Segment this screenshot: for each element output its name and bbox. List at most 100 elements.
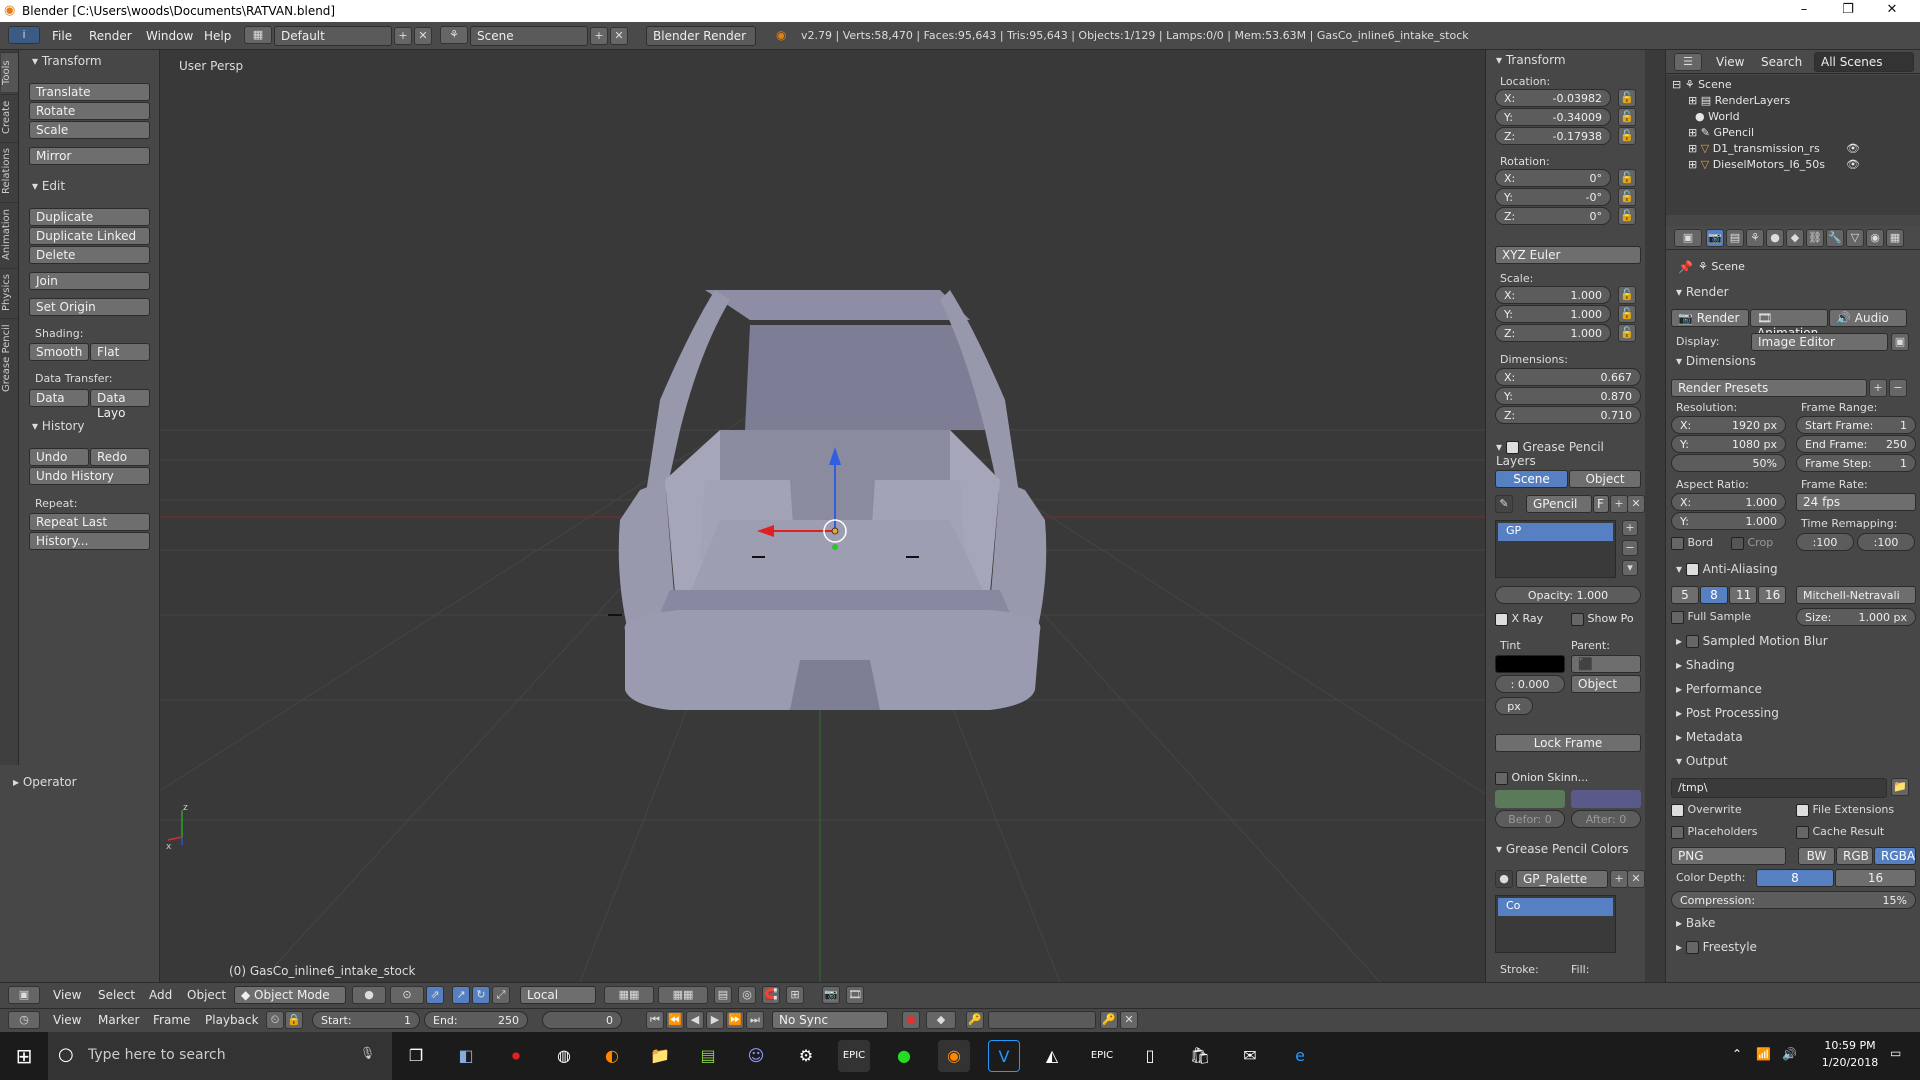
- epic-launcher-icon[interactable]: EPIC: [1086, 1040, 1118, 1072]
- preview-range-icon[interactable]: ⏲: [266, 1011, 284, 1029]
- unity-icon[interactable]: ◭: [1036, 1040, 1068, 1072]
- close-window-button[interactable]: ✕: [1870, 0, 1914, 22]
- dimensions-panel-header[interactable]: ▾ Dimensions: [1676, 354, 1756, 368]
- add-menu[interactable]: Add: [149, 988, 172, 1002]
- xray-toggle[interactable]: X Ray: [1495, 612, 1543, 626]
- aa-samples-8[interactable]: 8: [1700, 586, 1728, 604]
- scale-x-field[interactable]: X: 1.000: [1495, 286, 1611, 304]
- tab-grease-pencil[interactable]: Grease Pencil: [1, 318, 18, 398]
- shading-header[interactable]: ▸ Shading: [1676, 658, 1735, 672]
- visual-studio-icon[interactable]: V: [988, 1040, 1020, 1072]
- properties-editor-icon[interactable]: ▣: [1674, 229, 1702, 247]
- unlink-gpencil-icon[interactable]: ✕: [1627, 495, 1645, 513]
- taskbar-date[interactable]: 1/20/2018: [1818, 1056, 1882, 1069]
- auto-keying-icon[interactable]: ●: [902, 1011, 920, 1029]
- opacity-field[interactable]: Opacity: 1.000: [1495, 586, 1641, 604]
- material-context-icon[interactable]: ◉: [1866, 229, 1884, 247]
- resolution-y-field[interactable]: Y: 1080 px: [1671, 435, 1786, 453]
- action-center-icon[interactable]: ▭: [1890, 1046, 1901, 1060]
- mode-dropdown[interactable]: ◆ Object Mode: [234, 986, 346, 1004]
- onion-after-color[interactable]: [1571, 790, 1641, 808]
- set-origin-dropdown[interactable]: Set Origin: [29, 298, 150, 316]
- overwrite-toggle[interactable]: Overwrite: [1671, 803, 1742, 817]
- resolution-percentage-field[interactable]: 50%: [1671, 454, 1786, 472]
- timeline-start-field[interactable]: Start: 1: [312, 1011, 420, 1029]
- time-remap-old-field[interactable]: :100: [1796, 533, 1854, 551]
- file-extensions-toggle[interactable]: File Extensions: [1796, 803, 1894, 817]
- onion-before-color[interactable]: [1495, 790, 1565, 808]
- lock-scale-z-icon[interactable]: 🔓: [1618, 324, 1636, 342]
- location-z-field[interactable]: Z: -0.17938: [1495, 127, 1611, 145]
- lock-scale-y-icon[interactable]: 🔓: [1618, 305, 1636, 323]
- snap-element-icon[interactable]: ⊞: [786, 986, 804, 1004]
- screen-layout-field[interactable]: Default: [274, 26, 392, 46]
- render-panel-header[interactable]: ▾ Render: [1676, 285, 1729, 299]
- steam-icon[interactable]: ⚙: [790, 1040, 822, 1072]
- data-button[interactable]: Data: [29, 389, 89, 407]
- join-button[interactable]: Join: [29, 272, 150, 290]
- new-gpencil-icon[interactable]: +: [1610, 495, 1628, 513]
- translate-button[interactable]: Translate: [29, 83, 150, 101]
- redo-button[interactable]: Redo: [90, 448, 150, 466]
- lock-range-icon[interactable]: 🔒: [285, 1011, 303, 1029]
- remove-layer-icon[interactable]: −: [1622, 540, 1638, 556]
- operator-panel-header[interactable]: ▸ Operator: [13, 775, 77, 789]
- undo-button[interactable]: Undo: [29, 448, 89, 466]
- dimension-z-field[interactable]: Z: 0.710: [1495, 406, 1641, 424]
- tab-animation[interactable]: Animation: [1, 202, 18, 266]
- lock-location-x-icon[interactable]: 🔓: [1618, 89, 1636, 107]
- renderlayer-context-icon[interactable]: ▤: [1726, 229, 1744, 247]
- texture-context-icon[interactable]: ▦: [1886, 229, 1904, 247]
- tray-arrow-icon[interactable]: ⌃: [1732, 1047, 1742, 1061]
- color-depth-16[interactable]: 16: [1835, 869, 1916, 887]
- dimension-x-field[interactable]: X: 0.667: [1495, 368, 1641, 386]
- gp-layers-header[interactable]: ▾ Grease Pencil Layers: [1496, 440, 1645, 468]
- history-button[interactable]: History...: [29, 532, 150, 550]
- task-view-icon[interactable]: ❐: [400, 1040, 432, 1072]
- firefox-icon[interactable]: ◐: [596, 1040, 628, 1072]
- delete-keyframe-icon[interactable]: ✕: [1120, 1011, 1138, 1029]
- color-rgba-button[interactable]: RGBA: [1874, 847, 1916, 865]
- document-icon[interactable]: ▯: [1134, 1040, 1166, 1072]
- remove-scene-icon[interactable]: ✕: [610, 27, 628, 45]
- lock-location-z-icon[interactable]: 🔓: [1618, 127, 1636, 145]
- tab-tools[interactable]: Tools: [1, 52, 18, 92]
- modifiers-context-icon[interactable]: 🔧: [1826, 229, 1844, 247]
- display-options-icon[interactable]: ▣: [1891, 333, 1909, 351]
- rotation-x-field[interactable]: X: 0°: [1495, 169, 1611, 187]
- palette-icon[interactable]: ●: [1495, 870, 1513, 888]
- discord-icon[interactable]: ☺: [740, 1040, 772, 1072]
- add-layer-icon[interactable]: +: [1622, 520, 1638, 536]
- start-windows-icon[interactable]: ⊞: [8, 1040, 40, 1072]
- gp-palette-field[interactable]: GP_Palette: [1516, 870, 1608, 888]
- dimension-y-field[interactable]: Y: 0.870: [1495, 387, 1641, 405]
- edit-panel-header[interactable]: ▾ Edit: [32, 179, 65, 193]
- viewport-shading-icon[interactable]: ●: [352, 986, 386, 1004]
- display-dropdown[interactable]: Image Editor: [1751, 333, 1888, 351]
- scale-z-field[interactable]: Z: 1.000: [1495, 324, 1611, 342]
- add-scene-icon[interactable]: +: [590, 27, 608, 45]
- anti-aliasing-header[interactable]: ▾ Anti-Aliasing: [1676, 562, 1778, 576]
- world-context-icon[interactable]: ●: [1766, 229, 1784, 247]
- show-points-toggle[interactable]: Show Po: [1571, 612, 1634, 626]
- add-preset-icon[interactable]: +: [1869, 379, 1887, 397]
- undo-history-button[interactable]: Undo History: [29, 467, 150, 485]
- scene-field[interactable]: Scene: [470, 26, 588, 46]
- color-bw-button[interactable]: BW: [1798, 847, 1835, 865]
- minimize-button[interactable]: –: [1782, 0, 1826, 22]
- parent-type-dropdown[interactable]: Object: [1571, 675, 1641, 693]
- blender-taskbar-icon[interactable]: ◉: [938, 1040, 970, 1072]
- lock-frame-button[interactable]: Lock Frame: [1495, 734, 1641, 752]
- bake-header[interactable]: ▸ Bake: [1676, 916, 1715, 930]
- aa-samples-11[interactable]: 11: [1729, 586, 1757, 604]
- active-keying-set-field[interactable]: [988, 1011, 1096, 1029]
- placeholders-toggle[interactable]: Placeholders: [1671, 825, 1758, 839]
- record-app-icon[interactable]: ⏺: [500, 1040, 532, 1072]
- scale-button[interactable]: Scale: [29, 121, 150, 139]
- aa-filter-dropdown[interactable]: Mitchell-Netravali: [1796, 586, 1916, 604]
- panel-scrollbar[interactable]: [1645, 50, 1665, 982]
- store-icon[interactable]: 🛍: [1184, 1040, 1216, 1072]
- gp-pencil-icon[interactable]: ✎: [1495, 495, 1513, 513]
- object-context-icon[interactable]: ◆: [1786, 229, 1804, 247]
- outliner-item-dieselmotors[interactable]: ⊞ ▽ DieselMotors_I6_50s: [1688, 158, 1825, 171]
